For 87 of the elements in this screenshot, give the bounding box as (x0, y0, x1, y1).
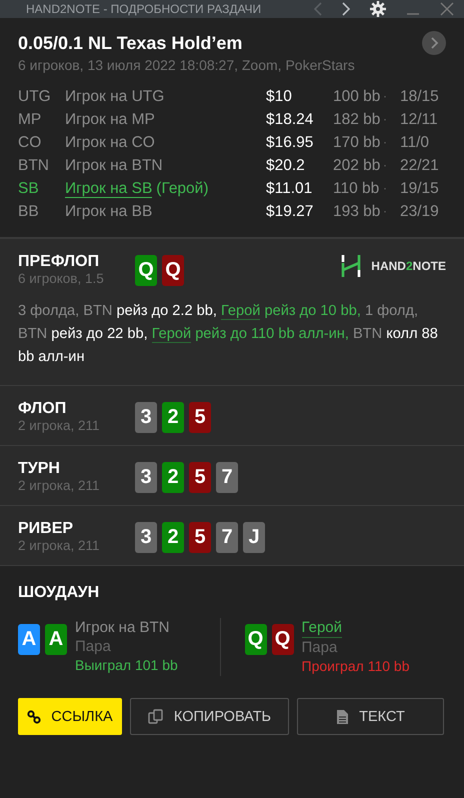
position-label: MP (18, 110, 42, 130)
street-title: ПРЕФЛОП (18, 253, 100, 271)
stack-bb: 182 bb (333, 110, 382, 130)
player-name[interactable]: Игрок на SB (65, 180, 152, 198)
street-info: 6 игроков, 1.5 (18, 271, 105, 286)
stack-amount: $20.2 (266, 156, 306, 176)
playing-card: 5 (189, 462, 211, 493)
playing-card: 2 (162, 402, 184, 433)
playing-card: Q (272, 624, 294, 655)
logo-icon (341, 255, 362, 277)
playing-card: Q (244, 624, 266, 655)
stack-amount: $16.95 (266, 133, 314, 153)
window-title: HAND2NOTE - ПОДРОБНОСТИ РАЗДАЧИ (26, 2, 262, 16)
document-icon (336, 708, 350, 724)
player-name: Игрок на BTN (75, 618, 170, 637)
playing-card: Q (135, 255, 157, 286)
result-text: Выиграл 101 bb (75, 656, 178, 675)
playing-card: 5 (189, 402, 211, 433)
player-name: Игрок на UTG (65, 88, 164, 105)
player-name: Игрок на BTN (65, 157, 163, 174)
street-info: 2 игрока, 211 (18, 418, 100, 433)
position-label: CO (18, 133, 42, 153)
separator: · (383, 180, 388, 197)
playing-card: 3 (135, 402, 157, 433)
logo-text: HAND2NOTE (371, 259, 446, 273)
player-name: Игрок на CO (65, 134, 155, 151)
player-stats: 12/11 (400, 110, 439, 130)
street-info: 2 игрока, 211 (18, 538, 100, 553)
stack-bb: 110 bb (333, 179, 380, 199)
player-stats: 19/15 (400, 179, 440, 199)
stack-amount: $11.01 (266, 179, 314, 199)
playing-card: J (243, 522, 265, 553)
showdown-title: ШОУДАУН (18, 584, 100, 602)
street-info: 2 игрока, 211 (18, 478, 100, 493)
player-stats: 18/15 (400, 87, 440, 107)
player-stats: 11/0 (400, 133, 430, 153)
stack-bb: 193 bb (333, 202, 382, 222)
playing-card: 3 (135, 462, 157, 493)
stack-amount: $10 (266, 87, 293, 107)
hero-tag: (Герой) (156, 180, 208, 197)
hero-link[interactable]: Герой (221, 303, 260, 320)
settings-icon[interactable] (370, 1, 386, 17)
position-label: SB (18, 179, 40, 199)
playing-card: 7 (216, 462, 238, 493)
player-stats: 23/19 (400, 202, 440, 222)
action-summary: 3 фолда, BTN рейз до 2.2 bb, Герой рейз до 10 bb, 1 фолд, BTN рейз до 22 bb, Герой рейз до 110 bb алл-ин, BTN колл 88 bb алл-ин (18, 302, 439, 367)
stack-bb: 170 bb (333, 133, 382, 153)
stack-amount: $19.27 (266, 202, 314, 222)
player-name: Игрок на MP (65, 111, 155, 128)
copy-button[interactable]: КОПИРОВАТЬ (130, 698, 289, 735)
player-name: Игрок на BB (65, 203, 152, 220)
playing-card: 2 (162, 522, 184, 553)
copy-icon (148, 708, 164, 724)
separator: · (383, 134, 388, 151)
street-title: РИВЕР (18, 520, 74, 538)
hand-rank: Пара (302, 638, 338, 657)
hand-rank: Пара (75, 637, 111, 656)
text-button[interactable]: ТЕКСТ (297, 698, 444, 735)
playing-card: 5 (189, 522, 211, 553)
position-label: UTG (18, 87, 52, 107)
playing-card: A (45, 624, 67, 655)
link-button[interactable]: ССЫЛКА (18, 698, 122, 735)
playing-card: Q (162, 255, 184, 286)
position-label: BB (18, 202, 40, 222)
hand-title: 0.05/0.1 NL Texas Hold’em (18, 32, 242, 54)
result-text: Проиграл 110 bb (302, 657, 410, 676)
hero-link[interactable]: Герой (152, 326, 192, 343)
chain-icon (27, 710, 42, 724)
separator: · (383, 111, 388, 128)
player-name[interactable]: Герой (302, 618, 342, 638)
separator: · (383, 88, 388, 105)
separator: · (383, 157, 388, 174)
player-stats: 22/21 (400, 156, 440, 176)
playing-card: 7 (216, 522, 238, 553)
close-icon[interactable] (440, 2, 454, 16)
forward-icon[interactable] (342, 2, 350, 16)
stack-bb: 202 bb (333, 156, 382, 176)
position-label: BTN (18, 156, 50, 176)
separator: · (383, 203, 388, 220)
hand-subtitle: 6 игроков, 13 июля 2022 18:08:27, Zoom, PokerStars (18, 57, 356, 73)
playing-card: 2 (162, 462, 184, 493)
playing-card: A (18, 624, 40, 655)
street-title: ФЛОП (18, 400, 68, 418)
playing-card: 3 (135, 522, 157, 553)
street-title: ТУРН (18, 460, 61, 478)
stack-amount: $18.24 (266, 110, 314, 130)
stack-bb: 100 bb (333, 87, 382, 107)
